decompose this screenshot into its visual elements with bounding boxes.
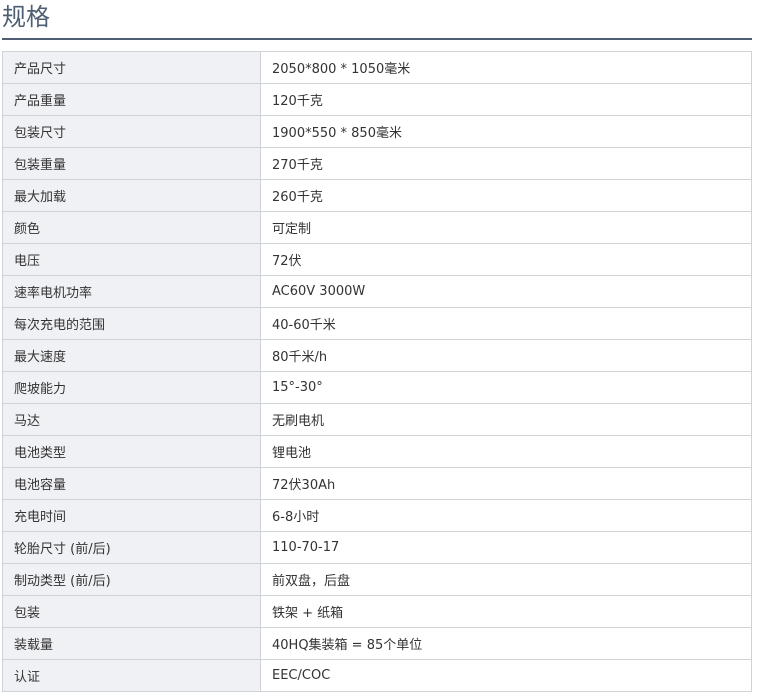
spec-label: 电压 [2,243,261,276]
page-title: 规格 [2,3,50,31]
spec-value: 80千米/h [260,339,752,372]
spec-value: AC60V 3000W [260,275,752,308]
spec-value: 72伏30Ah [260,467,752,500]
spec-value: 260千克 [260,179,752,212]
spec-label: 制动类型 (前/后) [2,563,261,596]
spec-label: 装载量 [2,627,261,660]
table-row: 认证 EEC/COC [2,659,752,692]
table-row: 电压 72伏 [2,243,752,276]
spec-table-body: 产品尺寸 2050*800 * 1050毫米 产品重量 120千克 包装尺寸 1900… [2,51,752,692]
spec-value: 270千克 [260,147,752,180]
spec-value: 6-8小时 [260,499,752,532]
spec-value: 锂电池 [260,435,752,468]
table-row: 充电时间 6-8小时 [2,499,752,532]
table-row: 轮胎尺寸 (前/后) 110-70-17 [2,531,752,564]
spec-value: 40HQ集装箱 = 85个单位 [260,627,752,660]
spec-value: 2050*800 * 1050毫米 [260,51,752,84]
spec-label: 最大速度 [2,339,261,372]
spec-value: EEC/COC [260,659,752,692]
spec-label: 速率电机功率 [2,275,261,308]
table-row: 每次充电的范围 40-60千米 [2,307,752,340]
spec-label: 最大加载 [2,179,261,212]
spec-value: 前双盘，后盘 [260,563,752,596]
table-row: 包装重量 270千克 [2,147,752,180]
table-row: 爬坡能力 15°-30° [2,371,752,404]
table-row: 最大加载 260千克 [2,179,752,212]
spec-value: 15°-30° [260,371,752,404]
spec-value: 72伏 [260,243,752,276]
spec-value: 110-70-17 [260,531,752,564]
spec-label: 产品尺寸 [2,51,261,84]
spec-label: 爬坡能力 [2,371,261,404]
table-row: 马达 无刷电机 [2,403,752,436]
table-row: 电池类型 锂电池 [2,435,752,468]
table-row: 产品重量 120千克 [2,83,752,116]
spec-table: 产品尺寸 2050*800 * 1050毫米 产品重量 120千克 包装尺寸 1900… [2,51,752,692]
spec-label: 认证 [2,659,261,692]
spec-label: 电池类型 [2,435,261,468]
spec-label: 电池容量 [2,467,261,500]
title-divider [2,38,752,40]
table-row: 产品尺寸 2050*800 * 1050毫米 [2,51,752,84]
spec-label: 包装 [2,595,261,628]
spec-value: 1900*550 * 850毫米 [260,115,752,148]
spec-label: 包装尺寸 [2,115,261,148]
table-row: 最大速度 80千米/h [2,339,752,372]
table-row: 电池容量 72伏30Ah [2,467,752,500]
table-row: 颜色 可定制 [2,211,752,244]
spec-value: 120千克 [260,83,752,116]
spec-label: 颜色 [2,211,261,244]
spec-label: 产品重量 [2,83,261,116]
spec-value: 无刷电机 [260,403,752,436]
spec-label: 马达 [2,403,261,436]
spec-label: 每次充电的范围 [2,307,261,340]
spec-value: 40-60千米 [260,307,752,340]
table-row: 制动类型 (前/后) 前双盘，后盘 [2,563,752,596]
table-row: 包装尺寸 1900*550 * 850毫米 [2,115,752,148]
spec-value: 铁架 + 纸箱 [260,595,752,628]
table-row: 速率电机功率 AC60V 3000W [2,275,752,308]
spec-label: 包装重量 [2,147,261,180]
table-row: 装载量 40HQ集装箱 = 85个单位 [2,627,752,660]
spec-label: 轮胎尺寸 (前/后) [2,531,261,564]
spec-label: 充电时间 [2,499,261,532]
spec-value: 可定制 [260,211,752,244]
table-row: 包装 铁架 + 纸箱 [2,595,752,628]
